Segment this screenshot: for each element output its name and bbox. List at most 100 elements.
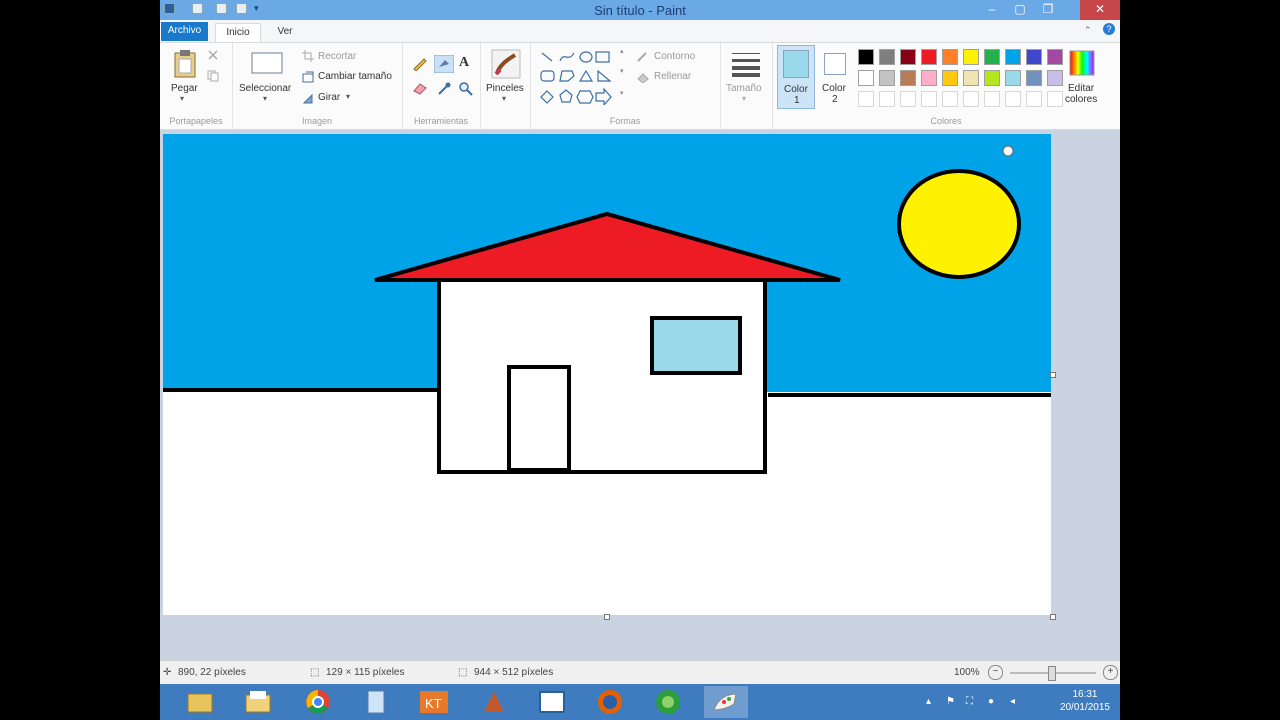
tab-archivo[interactable]: Archivo — [161, 22, 208, 41]
resize-handle-corner[interactable] — [1050, 614, 1056, 620]
palette-custom-swatch[interactable] — [1047, 91, 1063, 107]
tray-security-icon[interactable]: ● — [988, 696, 994, 707]
taskbar-clock[interactable]: 16:31 20/01/2015 — [1060, 688, 1110, 714]
paste-dropdown-icon[interactable]: ▾ — [180, 94, 184, 103]
taskbar-window-app[interactable] — [530, 686, 574, 718]
palette-swatch[interactable] — [921, 49, 937, 65]
drawing-canvas[interactable] — [163, 134, 1051, 615]
resize-icon[interactable] — [302, 71, 314, 83]
palette-custom-swatch[interactable] — [984, 91, 1000, 107]
palette-swatch[interactable] — [1005, 70, 1021, 86]
outline-icon[interactable] — [636, 51, 650, 63]
outline-label[interactable]: Contorno — [654, 51, 695, 62]
copy-icon[interactable] — [207, 70, 219, 82]
cut-icon[interactable] — [207, 49, 219, 61]
palette-swatch[interactable] — [942, 70, 958, 86]
taskbar-explorer[interactable] — [178, 686, 222, 718]
palette-swatch[interactable] — [879, 49, 895, 65]
palette-custom-swatch[interactable] — [963, 91, 979, 107]
select-label[interactable]: Seleccionar — [239, 83, 291, 94]
palette-custom-swatch[interactable] — [900, 91, 916, 107]
rotate-label[interactable]: Girar — [318, 92, 340, 103]
taskbar-chrome[interactable] — [296, 686, 340, 718]
brushes-label[interactable]: Pinceles — [486, 83, 524, 94]
palette-swatch[interactable] — [942, 49, 958, 65]
color1-selector[interactable]: Color 1 — [777, 45, 815, 109]
taskbar-folder[interactable] — [236, 686, 280, 718]
tray-network-icon[interactable]: ⛶ — [966, 696, 973, 707]
zoom-in-button[interactable]: + — [1103, 665, 1118, 680]
text-tool-icon[interactable]: A — [459, 55, 469, 71]
palette-swatch[interactable] — [921, 70, 937, 86]
size-label[interactable]: Tamaño — [726, 83, 762, 94]
shapes-scroll-down-icon[interactable]: ▾ — [620, 67, 624, 75]
color2-selector[interactable]: Color 2 — [818, 45, 854, 109]
crop-icon[interactable] — [302, 50, 314, 62]
tray-overflow-icon[interactable]: ▴ — [926, 696, 931, 707]
fill-label[interactable]: Rellenar — [654, 71, 691, 82]
taskbar-app[interactable] — [472, 686, 516, 718]
palette-swatch[interactable] — [1047, 49, 1063, 65]
zoom-slider-thumb[interactable] — [1048, 666, 1056, 681]
palette-swatch[interactable] — [1047, 70, 1063, 86]
tray-flag-icon[interactable]: ⚑ — [946, 696, 955, 707]
palette-swatch[interactable] — [1026, 70, 1042, 86]
close-button[interactable]: ✕ — [1080, 0, 1120, 20]
tab-ver[interactable]: Ver — [270, 23, 300, 41]
size-dropdown-icon[interactable]: ▾ — [742, 94, 746, 103]
select-dropdown-icon[interactable]: ▾ — [263, 94, 267, 103]
restore-button[interactable]: ❐ — [1034, 0, 1062, 20]
palette-swatch[interactable] — [900, 70, 916, 86]
edit-colors-label-2[interactable]: colores — [1065, 94, 1097, 105]
palette-swatch[interactable] — [963, 49, 979, 65]
palette-swatch[interactable] — [858, 70, 874, 86]
paste-label[interactable]: Pegar — [171, 83, 198, 94]
palette-swatch[interactable] — [858, 49, 874, 65]
maximize-button[interactable]: ▢ — [1006, 0, 1034, 20]
taskbar-paint[interactable] — [704, 686, 748, 718]
palette-custom-swatch[interactable] — [942, 91, 958, 107]
paste-icon[interactable] — [172, 49, 198, 79]
size-icon[interactable] — [730, 51, 762, 77]
taskbar-firefox[interactable] — [588, 686, 632, 718]
brushes-dropdown-icon[interactable]: ▾ — [502, 94, 506, 103]
palette-custom-swatch[interactable] — [1005, 91, 1021, 107]
shapes-more-icon[interactable]: ▾ — [620, 89, 624, 97]
tray-volume-icon[interactable]: ◂ — [1010, 696, 1015, 707]
color-picker-icon[interactable] — [436, 81, 452, 97]
palette-custom-swatch[interactable] — [1026, 91, 1042, 107]
crop-label[interactable]: Recortar — [318, 51, 356, 62]
palette-swatch[interactable] — [984, 49, 1000, 65]
fill-bucket-icon[interactable] — [434, 55, 454, 73]
palette-swatch[interactable] — [984, 70, 1000, 86]
ribbon-collapse-icon[interactable]: ⌃ — [1084, 25, 1092, 36]
taskbar-document[interactable] — [354, 686, 398, 718]
pencil-icon[interactable] — [412, 55, 428, 71]
edit-colors-icon[interactable] — [1068, 49, 1096, 77]
brushes-icon[interactable] — [491, 49, 521, 79]
palette-custom-swatch[interactable] — [879, 91, 895, 107]
palette-swatch[interactable] — [1005, 49, 1021, 65]
palette-swatch[interactable] — [900, 49, 916, 65]
palette-swatch[interactable] — [879, 70, 895, 86]
eraser-icon[interactable] — [412, 81, 428, 95]
fill-icon[interactable] — [636, 71, 650, 83]
taskbar-kt-app[interactable]: KT — [412, 686, 456, 718]
zoom-out-button[interactable]: − — [988, 665, 1003, 680]
palette-swatch[interactable] — [963, 70, 979, 86]
rotate-icon[interactable] — [302, 92, 314, 104]
minimize-button[interactable]: – — [978, 0, 1006, 20]
resize-handle-right[interactable] — [1050, 372, 1056, 378]
select-icon[interactable] — [250, 51, 284, 77]
edit-colors-label-1[interactable]: Editar — [1068, 83, 1094, 94]
palette-swatch[interactable] — [1026, 49, 1042, 65]
tab-inicio[interactable]: Inicio — [215, 23, 261, 42]
shapes-gallery[interactable] — [538, 49, 618, 105]
help-icon[interactable]: ? — [1103, 23, 1115, 35]
palette-custom-swatch[interactable] — [921, 91, 937, 107]
resize-label[interactable]: Cambiar tamaño — [318, 71, 392, 82]
shapes-scroll-up-icon[interactable]: ▴ — [620, 47, 624, 55]
magnifier-icon[interactable] — [458, 81, 474, 97]
taskbar-green-app[interactable] — [646, 686, 690, 718]
resize-handle-bottom[interactable] — [604, 614, 610, 620]
